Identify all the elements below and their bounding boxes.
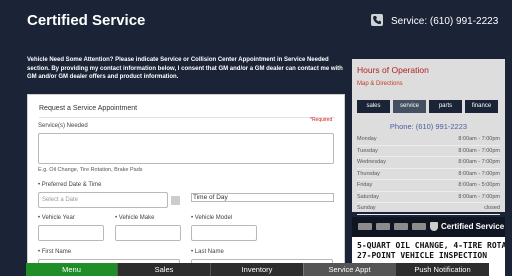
date-input[interactable]: Select a Date: [38, 192, 168, 208]
hours-row: Tuesday 8:00am - 7:00pm: [357, 146, 500, 157]
hours-time: 8:00am - 7:00pm: [458, 170, 500, 177]
bottom-nav-bar: Menu Sales Inventory Service Appt Push N…: [26, 263, 489, 276]
vehicle-make-label: • Vehicle Make: [115, 215, 155, 221]
hours-day: Tuesday: [357, 147, 378, 154]
vehicle-model-select[interactable]: [191, 225, 257, 241]
ad-line-1: 5-QUART OIL CHANGE, 4-TIRE ROTATION,: [357, 241, 505, 250]
tab-finance[interactable]: finance: [465, 100, 498, 113]
map-directions-link[interactable]: Map & Directions: [357, 81, 403, 87]
service-needed-label: Service(s) Needed: [38, 123, 88, 129]
hours-row: Friday 8:00am - 5:00pm: [357, 180, 500, 192]
service-request-form: Request a Service Appointment *Required …: [27, 94, 345, 276]
hours-sidebar: Hours of Operation Map & Directions sale…: [352, 59, 505, 215]
tab-parts[interactable]: parts: [429, 100, 462, 113]
hours-row: Monday 8:00am - 7:00pm: [357, 134, 500, 146]
hours-day: Friday: [357, 182, 373, 188]
nav-service-appt-button[interactable]: Service Appt: [303, 263, 395, 276]
tab-sales[interactable]: sales: [357, 100, 390, 113]
form-divider: [39, 117, 335, 118]
cadillac-logo-icon: [412, 223, 426, 230]
certified-shield-icon: [430, 222, 438, 231]
vehicle-model-label: • Vehicle Model: [191, 215, 233, 221]
hours-row: Wednesday 8:00am - 7:00pm: [357, 157, 500, 169]
vehicle-year-label: • Vehicle Year: [38, 215, 75, 221]
hours-day: Thursday: [357, 170, 380, 177]
nav-inventory-button[interactable]: Inventory: [210, 263, 303, 276]
hours-time: closed: [484, 205, 500, 211]
department-tabs: sales service parts finance: [357, 100, 498, 113]
calendar-icon[interactable]: [171, 196, 180, 205]
hours-day: Monday: [357, 136, 377, 142]
service-notice: Vehicle Need Some Attention? Please indi…: [27, 57, 343, 80]
ad-brand-label: Certified Service: [441, 222, 505, 231]
hours-day: Saturday: [357, 193, 380, 200]
hours-row: Saturday 8:00am - 7:00pm: [357, 192, 500, 203]
form-heading: Request a Service Appointment: [39, 105, 138, 112]
sidebar-phone[interactable]: Phone: (610) 991-2223: [352, 122, 505, 131]
hours-time: 8:00am - 7:00pm: [458, 136, 500, 142]
hours-time: 8:00am - 7:00pm: [458, 147, 500, 154]
vehicle-make-select[interactable]: [115, 225, 181, 241]
hours-time: 8:00am - 7:00pm: [458, 159, 500, 165]
hours-title: Hours of Operation: [357, 65, 429, 75]
service-needed-hint: E.g. Oil Change, Tire Rotation, Brake Pa…: [38, 167, 143, 173]
last-name-label: • Last Name: [191, 249, 224, 255]
phone-icon: [371, 14, 383, 26]
preferred-date-label: • Preferred Date & Time: [38, 182, 102, 188]
time-of-day-select[interactable]: Time of Day: [191, 193, 334, 202]
nav-menu-button[interactable]: Menu: [26, 263, 117, 276]
gmc-logo-icon: [394, 223, 408, 230]
hours-day: Sunday: [357, 205, 376, 211]
hours-time: 8:00am - 7:00pm: [458, 193, 500, 200]
hours-time: 8:00am - 5:00pm: [458, 182, 500, 188]
ad-line-2: 27-POINT VEHICLE INSPECTION: [357, 251, 488, 260]
buick-logo-icon: [376, 223, 390, 230]
first-name-label: • First Name: [38, 249, 72, 255]
vehicle-year-select[interactable]: [38, 225, 104, 241]
page-title: Certified Service: [27, 12, 146, 29]
service-needed-input[interactable]: [38, 133, 334, 164]
chevrolet-logo-icon: [358, 223, 372, 230]
hours-day: Wednesday: [357, 159, 386, 165]
required-note: *Required: [310, 117, 333, 123]
hours-table: Monday 8:00am - 7:00pm Tuesday 8:00am - 7:…: [357, 134, 500, 215]
nav-sales-button[interactable]: Sales: [117, 263, 210, 276]
nav-push-notification-button[interactable]: Push Notification: [395, 263, 489, 276]
hours-row: Sunday closed: [357, 203, 500, 215]
hours-row: Thursday 8:00am - 7:00pm: [357, 169, 500, 180]
tab-service[interactable]: service: [393, 100, 426, 113]
header-phone[interactable]: Service: (610) 991-2223: [391, 16, 498, 27]
